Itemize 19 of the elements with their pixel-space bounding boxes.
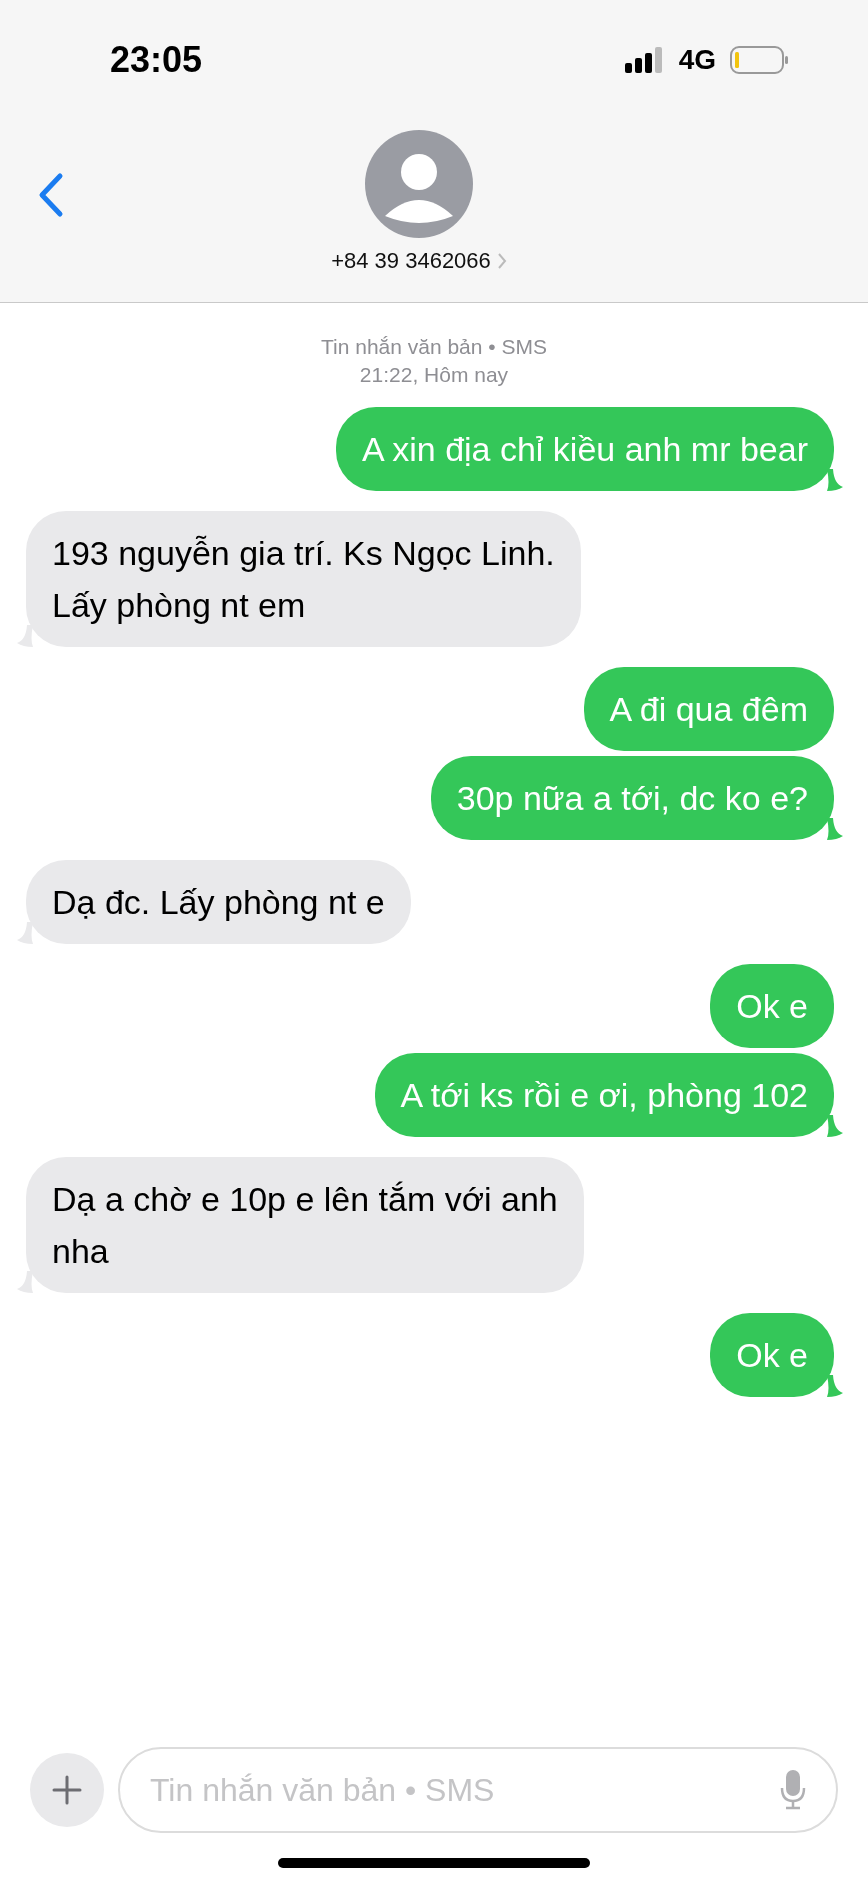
bubble-tail-icon: [827, 1115, 843, 1137]
battery-icon: [730, 46, 790, 74]
network-label: 4G: [678, 44, 716, 76]
microphone-icon[interactable]: [780, 1770, 806, 1810]
bubble-tail-icon: [827, 818, 843, 840]
message-field[interactable]: Tin nhắn văn bản • SMS: [118, 1747, 838, 1833]
thread-timestamp: 21:22, Hôm nay: [359, 362, 509, 388]
bubble-tail-icon: [827, 469, 843, 491]
service-label: Tin nhắn văn bản • SMS: [320, 334, 547, 360]
status-time: 23:05: [110, 39, 203, 81]
signal-icon: [624, 47, 665, 73]
message-input[interactable]: Tin nhắn văn bản • SMS: [148, 1770, 780, 1810]
chevron-icon: [496, 252, 507, 270]
bubble-tail-icon: [827, 1375, 843, 1397]
sent-message: A đi qua đêm: [583, 667, 834, 751]
contact-number[interactable]: +84 39 3462066: [331, 248, 507, 274]
plus-icon: [52, 1775, 82, 1805]
sent-message: Ok e: [710, 964, 834, 1048]
avatar-icon[interactable]: [365, 130, 473, 238]
